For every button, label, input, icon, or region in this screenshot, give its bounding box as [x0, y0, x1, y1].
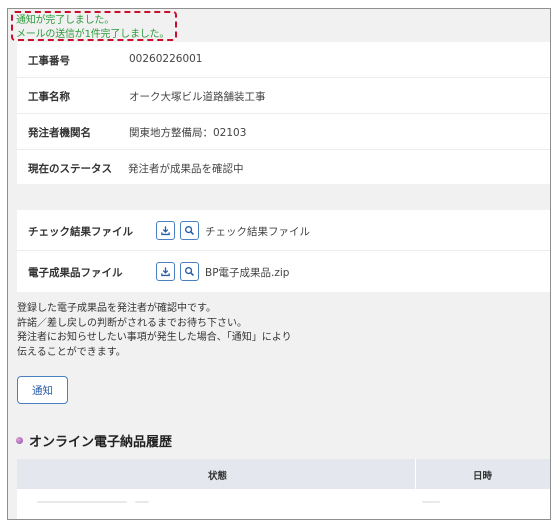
- faded-row-content: [422, 501, 440, 503]
- file-row-deliverable: 電子成果品ファイル BP電子成果品.zip: [17, 251, 550, 292]
- message-line: 発注者にお知らせしたい事項が発生した場合、「通知」により: [17, 332, 292, 343]
- faded-row-content: [37, 501, 127, 503]
- history-table-header: 状態 日時: [17, 459, 550, 489]
- file-label: チェック結果ファイル: [28, 226, 133, 238]
- main-frame: 通知が完了しました。 メールの送信が1件完了しました。 工事番号 0026022…: [7, 8, 551, 520]
- message-line: 伝えることができます。: [17, 346, 126, 358]
- download-icon: [161, 267, 170, 277]
- info-value: オーク大塚ビル道路舗装工事: [129, 91, 266, 103]
- file-name[interactable]: チェック結果ファイル: [205, 224, 310, 239]
- search-icon: [184, 266, 195, 277]
- download-button[interactable]: [156, 262, 175, 281]
- history-table-body: [17, 489, 550, 519]
- info-label: 現在のステータス: [28, 163, 112, 175]
- column-header-status: 状態: [208, 471, 228, 482]
- info-label: 工事名称: [28, 91, 70, 103]
- info-value: 00260226001: [129, 53, 203, 65]
- notice-line-2: メールの送信が1件完了しました。: [16, 29, 170, 40]
- message-line: 許諾／差し戻しの判断がされるまでお待ち下さい。: [17, 317, 247, 329]
- file-row-check-result: チェック結果ファイル チェック結果ファイル: [17, 210, 550, 251]
- info-row-orderer: 発注者機関名 関東地方整備局：02103: [17, 114, 550, 150]
- download-button[interactable]: [156, 221, 175, 240]
- file-name[interactable]: BP電子成果品.zip: [205, 265, 289, 280]
- faded-row-content: [135, 501, 149, 503]
- column-divider: [415, 459, 416, 489]
- info-label: 工事番号: [28, 55, 70, 67]
- project-info-panel: 工事番号 00260226001 工事名称 オーク大塚ビル道路舗装工事 発注者機…: [17, 42, 550, 184]
- notify-button[interactable]: 通知: [17, 376, 68, 404]
- preview-button[interactable]: [180, 221, 199, 240]
- history-section-title: オンライン電子納品履歴: [16, 431, 172, 450]
- files-panel: チェック結果ファイル チェック結果ファイル 電子成果品ファイル BP電子成果品.…: [17, 210, 550, 292]
- info-row-project-name: 工事名称 オーク大塚ビル道路舗装工事: [17, 78, 550, 114]
- download-icon: [161, 226, 170, 236]
- info-value: 関東地方整備局：02103: [129, 127, 247, 139]
- info-row-status: 現在のステータス 発注者が成果品を確認中: [17, 150, 550, 186]
- preview-button[interactable]: [180, 262, 199, 281]
- message-line: 登録した電子成果品を発注者が確認中です。: [17, 303, 216, 314]
- completion-notice: 通知が完了しました。 メールの送信が1件完了しました。: [11, 11, 177, 41]
- bullet-icon: [16, 437, 23, 444]
- file-label: 電子成果品ファイル: [28, 267, 123, 279]
- info-row-project-number: 工事番号 00260226001: [17, 42, 550, 78]
- notice-line-1: 通知が完了しました。: [16, 15, 114, 26]
- status-value: 発注者が成果品を確認中: [128, 163, 244, 175]
- info-label: 発注者機関名: [28, 127, 91, 139]
- column-header-datetime: 日時: [473, 471, 493, 482]
- history-title: オンライン電子納品履歴: [29, 435, 173, 450]
- search-icon: [184, 225, 195, 236]
- status-message: 登録した電子成果品を発注者が確認中です。 許諾／差し戻しの判断がされるまでお待ち…: [17, 302, 292, 360]
